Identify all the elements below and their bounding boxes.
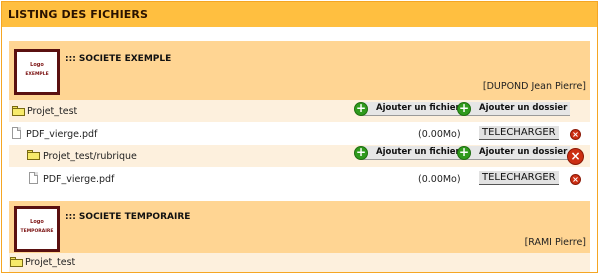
logo-line1: Logo: [30, 62, 44, 68]
add-folder-button[interactable]: Ajouter un dossier: [465, 146, 571, 160]
company-logo: Logo TEMPORAIRE: [14, 206, 60, 252]
plus-circle-icon[interactable]: +: [354, 102, 368, 116]
folder-icon: [27, 150, 40, 160]
company-header-temporaire: Logo TEMPORAIRE ::: SOCIETE TEMPORAIRE […: [9, 201, 590, 253]
plus-circle-icon[interactable]: +: [354, 146, 368, 160]
company-user: [RAMI Pierre]: [524, 237, 586, 248]
company-name: ::: SOCIETE TEMPORAIRE: [65, 212, 191, 222]
file-name[interactable]: PDF_vierge.pdf: [43, 174, 114, 185]
file-size: (0.00Mo): [418, 174, 461, 185]
company-logo: Logo EXEMPLE: [14, 49, 60, 95]
delete-x-icon[interactable]: ×: [570, 129, 581, 140]
folder-icon: [10, 257, 23, 267]
folder-name[interactable]: Projet_test: [27, 106, 77, 117]
delete-x-icon[interactable]: ×: [567, 148, 584, 165]
logo-line2: TEMPORAIRE: [20, 229, 54, 234]
download-button[interactable]: TELECHARGER: [479, 126, 559, 140]
folder-name[interactable]: Projet_test: [25, 257, 75, 268]
company-user: [DUPOND Jean Pierre]: [482, 81, 586, 92]
plus-circle-icon[interactable]: +: [457, 146, 471, 160]
folder-name[interactable]: Projet_test/rubrique: [43, 151, 137, 162]
add-file-button[interactable]: Ajouter un fichier: [362, 102, 463, 116]
listing-title-bar: LISTING DES FICHIERS: [2, 2, 597, 27]
file-icon: [12, 127, 21, 139]
add-folder-button[interactable]: Ajouter un dossier: [465, 102, 571, 116]
file-row: PDF_vierge.pdf (0.00Mo) TELECHARGER ×: [9, 123, 590, 145]
delete-x-icon[interactable]: ×: [570, 174, 581, 185]
file-size: (0.00Mo): [418, 129, 461, 140]
company-name: ::: SOCIETE EXEMPLE: [65, 54, 172, 64]
download-button[interactable]: TELECHARGER: [479, 171, 559, 185]
add-file-button[interactable]: Ajouter un fichier: [362, 146, 463, 160]
file-name[interactable]: PDF_vierge.pdf: [26, 129, 97, 140]
folder-icon: [12, 106, 25, 116]
plus-circle-icon[interactable]: +: [457, 102, 471, 116]
company-header-exemple: Logo EXEMPLE ::: SOCIETE EXEMPLE [DUPOND…: [9, 41, 590, 100]
file-row: PDF_vierge.pdf (0.00Mo) TELECHARGER ×: [9, 168, 590, 190]
folder-row: Projet_test Ajouter un fichier + Ajouter…: [9, 100, 590, 122]
logo-line2: EXEMPLE: [25, 72, 49, 77]
file-listing-panel: LISTING DES FICHIERS Logo EXEMPLE ::: SO…: [1, 1, 598, 273]
file-icon: [29, 172, 38, 184]
subfolder-row: Projet_test/rubrique Ajouter un fichier …: [9, 145, 590, 167]
logo-line1: Logo: [30, 219, 44, 225]
folder-row: Projet_test: [9, 253, 590, 272]
page-title: LISTING DES FICHIERS: [8, 8, 148, 21]
